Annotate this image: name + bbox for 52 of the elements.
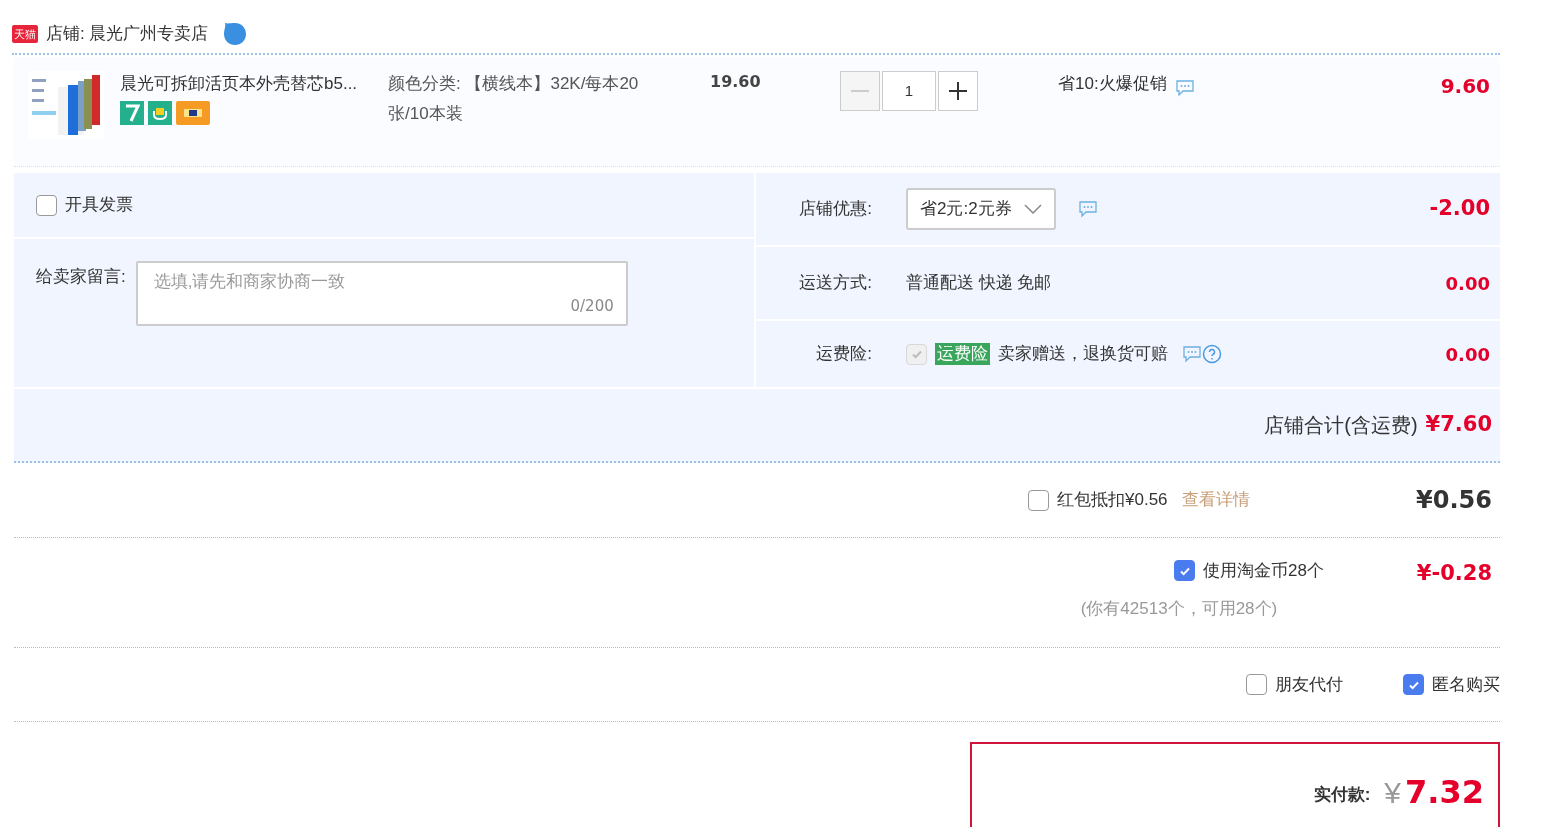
coins-amount: ¥-0.28 bbox=[1416, 560, 1492, 587]
discount-amount: ¥0.56 bbox=[1416, 485, 1492, 516]
option-amount: -2.00 bbox=[1429, 195, 1490, 223]
shop-name[interactable]: 店铺: 晨光广州专卖店 bbox=[46, 20, 209, 47]
product-title[interactable]: 晨光可拆卸活页本外壳替芯b5... bbox=[120, 71, 382, 97]
product-spec: 颜色分类: 【横线本】32K/每本20张/10本装 bbox=[388, 73, 640, 125]
chat-bubble-icon[interactable] bbox=[222, 20, 249, 47]
chevron-icon bbox=[1023, 204, 1042, 214]
option-amount: 0.00 bbox=[1445, 342, 1490, 367]
chat-icon[interactable] bbox=[1077, 200, 1098, 218]
checkbox[interactable] bbox=[1174, 560, 1195, 582]
card-icon bbox=[176, 100, 210, 125]
bag-icon bbox=[148, 100, 172, 125]
chat-icon[interactable] bbox=[1182, 345, 1202, 363]
character-counter: 0/200 bbox=[570, 295, 614, 317]
option-label[interactable]: 匿名购买 bbox=[1432, 671, 1500, 698]
platform-badge: 天猫 bbox=[12, 24, 38, 43]
payment-label: 实付款: bbox=[1313, 784, 1371, 806]
coins-label[interactable]: 使用淘金币28个 bbox=[1203, 558, 1324, 584]
placeholder-text: 选填,请先和商家协商一致 bbox=[153, 271, 347, 293]
quantity-field[interactable]: 1 bbox=[882, 71, 936, 111]
message-field[interactable]: 选填,请先和商家协商一致 0/200 bbox=[135, 261, 628, 326]
plus-icon bbox=[949, 82, 967, 100]
promotion-label: 省10:火爆促销 bbox=[1058, 73, 1167, 95]
minus-icon bbox=[851, 90, 869, 92]
option-label: 运送方式: bbox=[798, 272, 873, 295]
payment-amount: 7.32 bbox=[1405, 772, 1484, 813]
option-amount: 0.00 bbox=[1445, 271, 1490, 296]
currency-sign: ¥ bbox=[1384, 775, 1402, 811]
checkbox[interactable] bbox=[1403, 674, 1424, 695]
option-label[interactable]: 朋友代付 bbox=[1275, 671, 1343, 698]
seven-day-icon bbox=[120, 100, 144, 125]
shipping-method: 普通配送 快递 免邮 bbox=[906, 272, 1052, 295]
message-label: 给卖家留言: bbox=[36, 266, 126, 288]
subtotal-price: 9.60 bbox=[1440, 73, 1490, 100]
option-label: 运费险: bbox=[815, 343, 873, 366]
chat-icon[interactable] bbox=[1174, 79, 1195, 97]
insurance-tag: 运费险 bbox=[935, 343, 990, 365]
discount-label[interactable]: 红包抵扣¥0.56 bbox=[1057, 487, 1168, 513]
checkbox[interactable] bbox=[1028, 489, 1049, 511]
help-icon[interactable] bbox=[1202, 344, 1222, 364]
checkbox[interactable] bbox=[36, 194, 57, 216]
shop-total-amount: ¥7.60 bbox=[1425, 411, 1492, 439]
invoice-label[interactable]: 开具发票 bbox=[65, 192, 133, 218]
shop-total-label: 店铺合计(含运费) bbox=[1264, 413, 1418, 438]
option-label: 店铺优惠: bbox=[798, 198, 873, 221]
insurance-note: 卖家赠送，退换货可赔 bbox=[998, 343, 1168, 366]
checkbox[interactable] bbox=[1246, 674, 1267, 695]
coins-note: (你有42513个，可用28个) bbox=[1080, 597, 1278, 620]
unit-price: 19.60 bbox=[710, 71, 762, 93]
coupon-dropdown[interactable]: 省2元:2元券 bbox=[906, 188, 1056, 230]
increase-button[interactable] bbox=[938, 71, 978, 111]
